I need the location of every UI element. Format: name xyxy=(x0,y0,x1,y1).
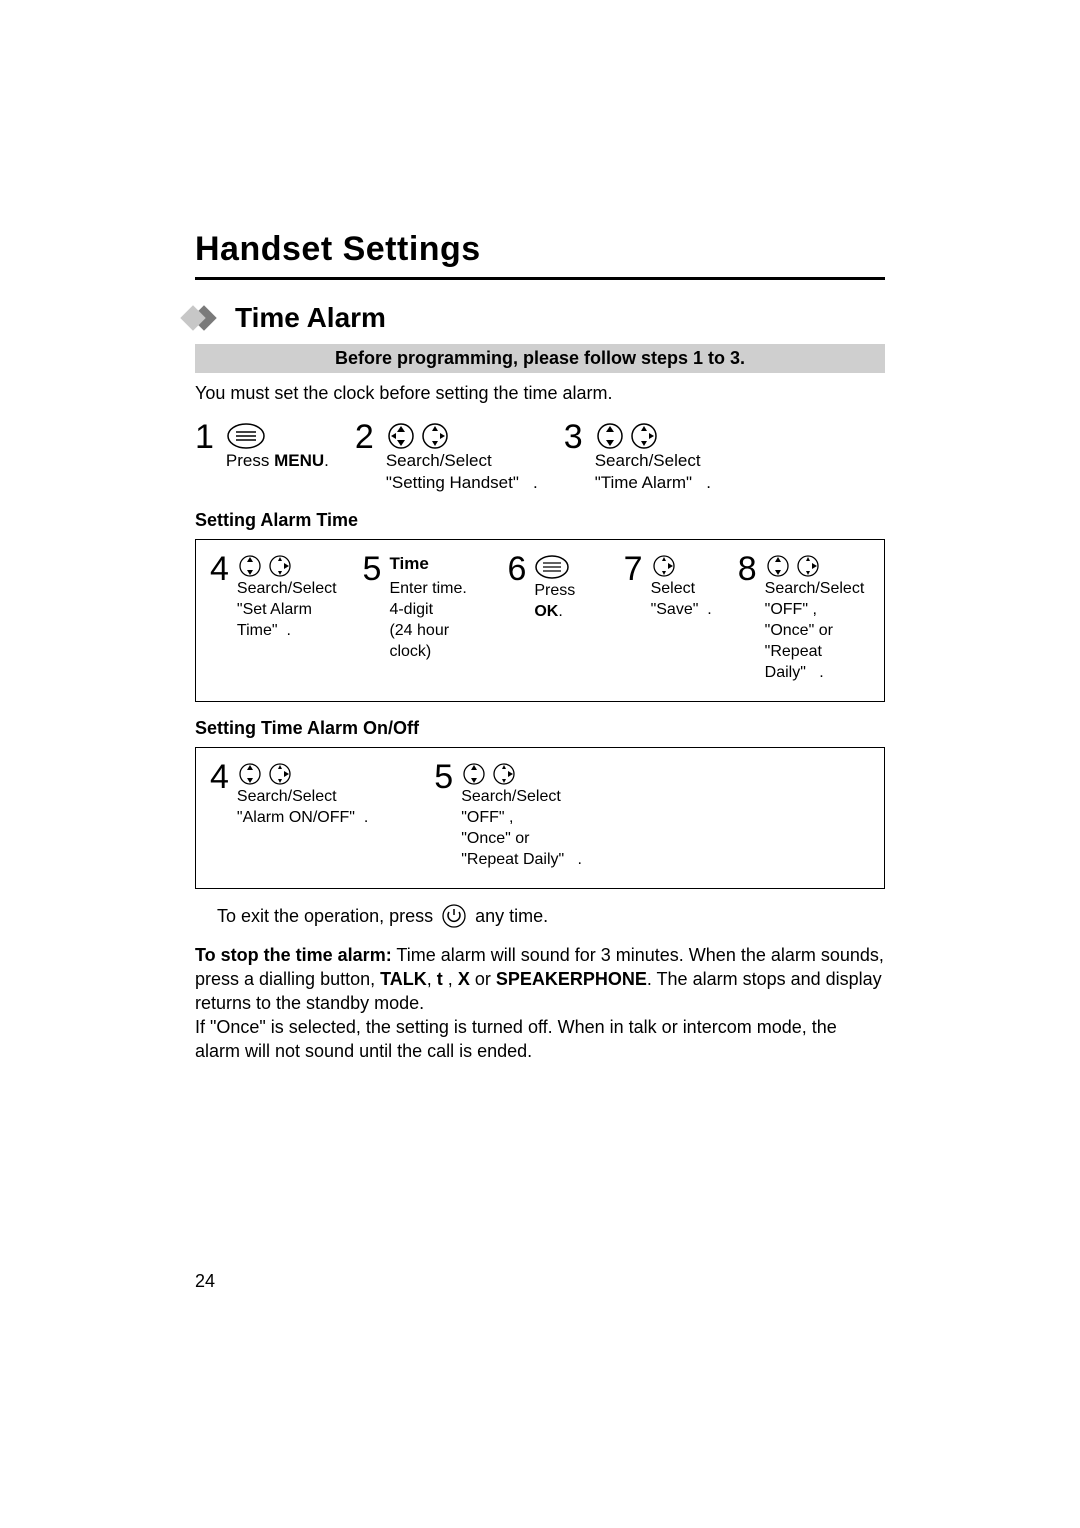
step-number: 2 xyxy=(355,422,374,452)
step-text: MENU xyxy=(274,451,324,470)
nav-select-icon xyxy=(267,554,293,578)
step-number: 5 xyxy=(363,554,382,584)
step-text: "Setting Handset" xyxy=(386,473,519,492)
step-text: Enter time. xyxy=(389,578,481,599)
step-text: "OFF" , xyxy=(765,599,870,620)
nav-select-icon xyxy=(651,554,712,578)
step-text: "OFF" , xyxy=(461,807,582,828)
step-number: 1 xyxy=(195,422,214,452)
step-text: Search/Select xyxy=(237,578,337,599)
step-text: . xyxy=(324,451,329,470)
step-text: 4-digit xyxy=(389,599,481,620)
steps-box: 4 Search/Select "Alarm ON/OFF" . 5 xyxy=(195,747,885,889)
step-text: "Once" or xyxy=(461,828,582,849)
subsection-title: Setting Time Alarm On/Off xyxy=(195,718,885,739)
step-text: Search/Select xyxy=(595,450,711,472)
step-text: Press xyxy=(226,451,274,470)
step-number: 4 xyxy=(210,554,229,584)
step-text: "Repeat Daily" xyxy=(765,643,822,681)
note-text: TALK xyxy=(380,969,427,989)
step-text: "Once" or xyxy=(765,620,870,641)
nav-select-icon xyxy=(795,554,821,578)
menu-button-icon xyxy=(226,422,266,450)
nav-scroll-icon xyxy=(386,422,416,450)
nav-scroll-icon xyxy=(765,554,791,578)
section-title: Time Alarm xyxy=(235,302,386,334)
nav-select-icon xyxy=(629,422,659,450)
step-text: Search/Select xyxy=(461,786,582,807)
step-number: 4 xyxy=(210,762,229,792)
subsection-title: Setting Alarm Time xyxy=(195,510,885,531)
step-text: Search/Select xyxy=(765,578,870,599)
nav-select-icon xyxy=(491,762,517,786)
instruction-banner: Before programming, please follow steps … xyxy=(195,344,885,373)
steps-box: 4 Search/Select "Set Alarm Time" . 5 xyxy=(195,539,885,702)
nav-scroll-icon xyxy=(237,554,263,578)
note-text: SPEAKERPHONE xyxy=(496,969,647,989)
step-number: 5 xyxy=(434,762,453,792)
exit-text: To exit the operation, press xyxy=(217,906,433,927)
intro-text: You must set the clock before setting th… xyxy=(195,383,885,404)
note-text: or xyxy=(470,969,496,989)
step-subtitle: Time xyxy=(389,554,481,574)
exit-text: any time. xyxy=(475,906,548,927)
step-number: 7 xyxy=(624,554,643,584)
note-text: X xyxy=(458,969,470,989)
note-text: , xyxy=(427,969,437,989)
step-number: 6 xyxy=(507,554,526,584)
step-number: 3 xyxy=(564,422,583,452)
note-block: To stop the time alarm: Time alarm will … xyxy=(195,943,885,1063)
step-text: (24 hour clock) xyxy=(389,620,481,662)
nav-select-icon xyxy=(267,762,293,786)
nav-scroll-icon xyxy=(461,762,487,786)
nav-scroll-icon xyxy=(595,422,625,450)
step-text: "Set Alarm xyxy=(237,599,337,620)
step-number: 8 xyxy=(738,554,757,584)
note-text: If "Once" is selected, the setting is tu… xyxy=(195,1017,837,1061)
page-title: Handset Settings xyxy=(195,230,885,269)
step-text: OK xyxy=(534,603,558,620)
step-text: "Alarm ON/OFF" xyxy=(237,809,355,826)
ok-button-icon xyxy=(534,554,597,580)
step-text: Search/Select xyxy=(237,786,368,807)
note-text: , xyxy=(443,969,458,989)
step-text: Search/Select xyxy=(386,450,538,472)
step-text: . xyxy=(558,603,562,620)
nav-select-icon xyxy=(420,422,450,450)
step-text: "Repeat Daily" xyxy=(461,851,564,868)
nav-scroll-icon xyxy=(237,762,263,786)
title-rule xyxy=(195,277,885,280)
step-text: "Time Alarm" xyxy=(595,473,692,492)
step-text: Time" xyxy=(237,622,278,639)
step-text: "Save" xyxy=(651,601,699,618)
note-label: To stop the time alarm: xyxy=(195,945,392,965)
power-button-icon xyxy=(441,903,467,929)
step-text: Press xyxy=(534,582,575,599)
page-number: 24 xyxy=(195,1271,215,1292)
steps-main: 1 Press MENU. 2 xyxy=(195,422,885,494)
step-text: Select xyxy=(651,578,712,599)
